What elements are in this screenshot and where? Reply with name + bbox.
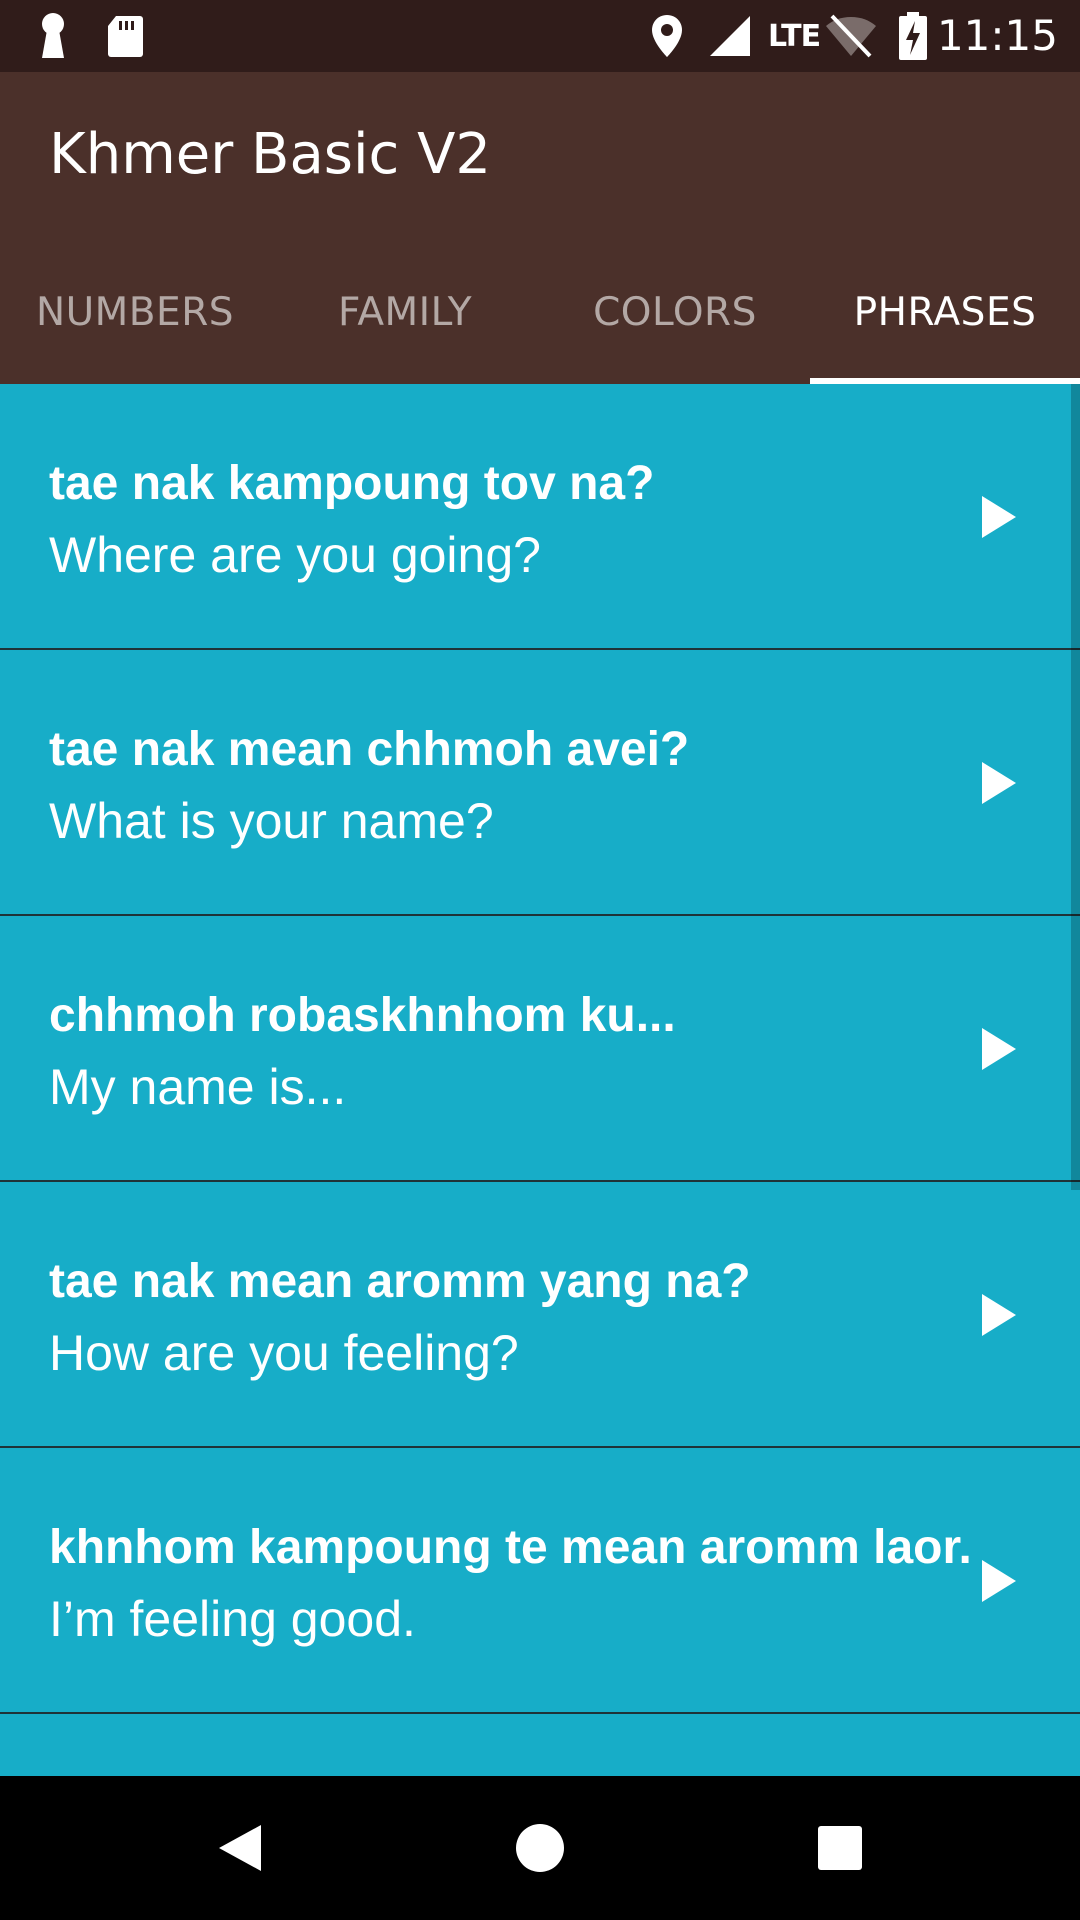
network-type: LTE	[768, 18, 821, 54]
phrase-khmer: tae nak kampoung tov na?	[49, 457, 655, 510]
play-icon[interactable]	[980, 1026, 1018, 1072]
list-item[interactable]: khnhom kampoung te mean aromm laor. I’m …	[0, 1448, 1080, 1714]
phrase-list[interactable]: tae nak kampoung tov na? Where are you g…	[0, 384, 1080, 1776]
wifi-off-icon	[824, 0, 878, 72]
app-title: Khmer Basic V2	[49, 122, 492, 187]
phrase-english: I’m feeling good.	[49, 1591, 416, 1647]
phrase-khmer: khnhom kampoung te mean aromm laor.	[49, 1521, 972, 1574]
tab-label: FAMILY	[337, 289, 473, 335]
recents-icon	[818, 1826, 862, 1870]
recents-button[interactable]	[780, 1776, 900, 1920]
clock: 11:15	[936, 11, 1058, 60]
scrollbar-thumb[interactable]	[1071, 384, 1080, 1190]
play-icon[interactable]	[980, 1292, 1018, 1338]
phrase-khmer: tae nak mean chhmoh avei?	[49, 723, 690, 776]
tab-label: PHRASES	[853, 289, 1037, 335]
tab-family[interactable]: FAMILY	[270, 240, 540, 384]
back-icon	[219, 1825, 261, 1871]
play-icon[interactable]	[980, 1558, 1018, 1604]
list-item-partial[interactable]	[0, 1714, 1080, 1776]
navigation-bar	[0, 1776, 1080, 1920]
list-item[interactable]: tae nak mean chhmoh avei? What is your n…	[0, 650, 1080, 916]
tab-bar: NUMBERS FAMILY COLORS PHRASES	[0, 240, 1080, 384]
tab-colors[interactable]: COLORS	[540, 240, 810, 384]
home-button[interactable]	[480, 1776, 600, 1920]
home-icon	[516, 1824, 564, 1872]
list-item[interactable]: chhmoh robaskhnhom ku... My name is...	[0, 916, 1080, 1182]
app-bar: Khmer Basic V2 NUMBERS FAMILY COLORS PHR…	[0, 72, 1080, 384]
keyhole-icon	[36, 0, 70, 72]
phrase-english: My name is...	[49, 1059, 347, 1115]
tab-label: NUMBERS	[35, 289, 235, 335]
tab-numbers[interactable]: NUMBERS	[0, 240, 270, 384]
location-icon	[650, 0, 684, 72]
tab-label: COLORS	[593, 289, 757, 335]
play-icon[interactable]	[980, 760, 1018, 806]
phrase-khmer: tae nak mean aromm yang na?	[49, 1255, 751, 1308]
list-item[interactable]: tae nak kampoung tov na? Where are you g…	[0, 384, 1080, 650]
signal-icon	[708, 0, 752, 72]
phrase-english: How are you feeling?	[49, 1325, 519, 1381]
status-bar: LTE 11:15	[0, 0, 1080, 72]
tab-phrases[interactable]: PHRASES	[810, 240, 1080, 384]
list-item[interactable]: tae nak mean aromm yang na? How are you …	[0, 1182, 1080, 1448]
phrase-english: Where are you going?	[49, 527, 541, 583]
sd-card-icon	[106, 0, 144, 72]
battery-charging-icon	[898, 0, 928, 72]
phrase-english: What is your name?	[49, 793, 494, 849]
back-button[interactable]	[180, 1776, 300, 1920]
play-icon[interactable]	[980, 494, 1018, 540]
phrase-khmer: chhmoh robaskhnhom ku...	[49, 989, 676, 1042]
